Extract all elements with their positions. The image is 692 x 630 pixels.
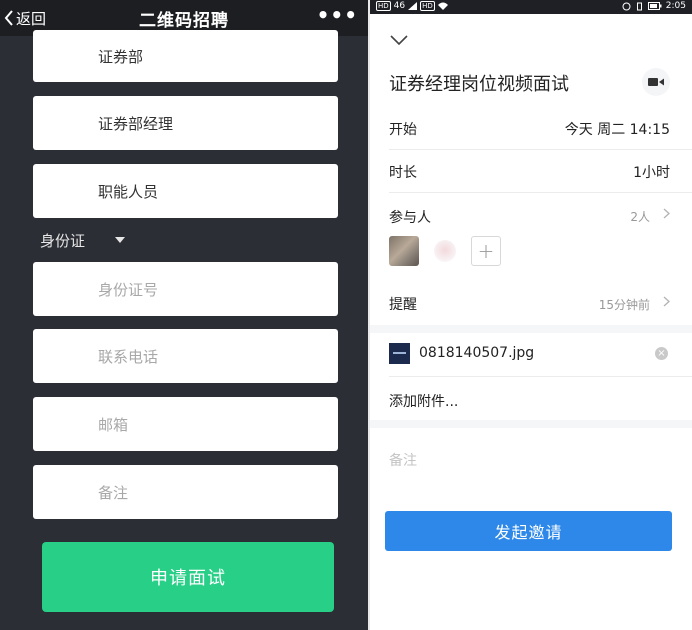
start-time-row[interactable]: 开始 今天 周二 14:15: [370, 108, 692, 150]
meeting-title: 证券经理岗位视频面试: [389, 74, 569, 95]
participants-row[interactable]: 参与人 2人 +: [370, 193, 692, 283]
position-field[interactable]: 证券部经理: [33, 96, 338, 150]
send-invite-button[interactable]: 发起邀请: [385, 511, 672, 551]
chevron-down-icon: [390, 35, 408, 46]
department-field[interactable]: 证券部: [33, 30, 338, 82]
hd2-badge: HD: [420, 1, 435, 11]
remove-attachment-icon[interactable]: ×: [655, 347, 668, 360]
chevron-right-icon: [663, 208, 670, 219]
vibrate-icon: [636, 2, 642, 10]
id-number-input[interactable]: 身份证号: [33, 262, 338, 316]
row-divider: [389, 149, 692, 150]
start-label: 开始: [389, 122, 417, 138]
reminder-label: 提醒: [389, 297, 417, 313]
video-camera-icon: [648, 78, 664, 86]
duration-value: 1小时: [633, 165, 670, 181]
wifi-icon: [437, 2, 448, 10]
attachment-file-name: 0818140507.jpg: [419, 345, 535, 361]
add-participant-button[interactable]: +: [471, 236, 501, 266]
alarm-icon: [622, 2, 631, 10]
network-badge: 46: [393, 1, 406, 11]
apply-interview-button[interactable]: 申请面试: [42, 542, 334, 612]
section-gap: [370, 325, 692, 333]
section-gap: [370, 420, 692, 428]
signal-icon: [408, 2, 418, 10]
row-divider: [389, 376, 692, 377]
recruit-form-screen: 返回 二维码招聘 ••• 证券部 证券部经理 职能人员 身份证 身份证号 联系电…: [0, 0, 368, 630]
duration-label: 时长: [389, 165, 417, 181]
add-attachment-link[interactable]: 添加附件...: [389, 391, 458, 411]
more-options-button[interactable]: •••: [317, 5, 358, 25]
participant-avatar[interactable]: [434, 240, 456, 262]
reminder-value: 15分钟前: [598, 298, 650, 312]
reminder-row[interactable]: 提醒 15分钟前: [370, 283, 692, 325]
collapse-button[interactable]: [390, 30, 408, 49]
status-left: HD 46 HD: [376, 1, 448, 11]
battery-icon: [647, 2, 662, 10]
duration-row[interactable]: 时长 1小时: [370, 151, 692, 193]
chevron-right-icon: [663, 296, 670, 307]
clock-time: 2:05: [665, 1, 686, 11]
attachment-item[interactable]: 0818140507.jpg ×: [370, 333, 692, 377]
id-type-label: 身份证: [40, 231, 86, 250]
phone-input[interactable]: 联系电话: [33, 329, 338, 383]
participants-count: 2人: [630, 210, 650, 224]
video-call-button[interactable]: [642, 68, 670, 96]
role-type-field[interactable]: 职能人员: [33, 164, 338, 218]
hd-badge: HD: [376, 1, 391, 11]
status-right: 2:05: [622, 1, 686, 11]
start-value: 今天 周二 14:15: [564, 122, 670, 138]
email-input[interactable]: 邮箱: [33, 397, 338, 451]
remarks-input[interactable]: 备注: [33, 465, 338, 519]
notes-input[interactable]: 备注: [389, 450, 417, 470]
page-title: 二维码招聘: [139, 11, 229, 31]
dropdown-caret-icon: [115, 237, 126, 243]
id-type-select[interactable]: 身份证: [40, 230, 126, 250]
video-meeting-screen: HD 46 HD 2:05 证券经理岗位视频面试 开始 今天 周二 14:15 …: [370, 0, 692, 630]
participants-label: 参与人: [389, 210, 431, 226]
image-file-icon: [389, 343, 410, 364]
participant-avatar[interactable]: [389, 236, 419, 266]
status-bar: HD 46 HD 2:05: [370, 0, 692, 14]
